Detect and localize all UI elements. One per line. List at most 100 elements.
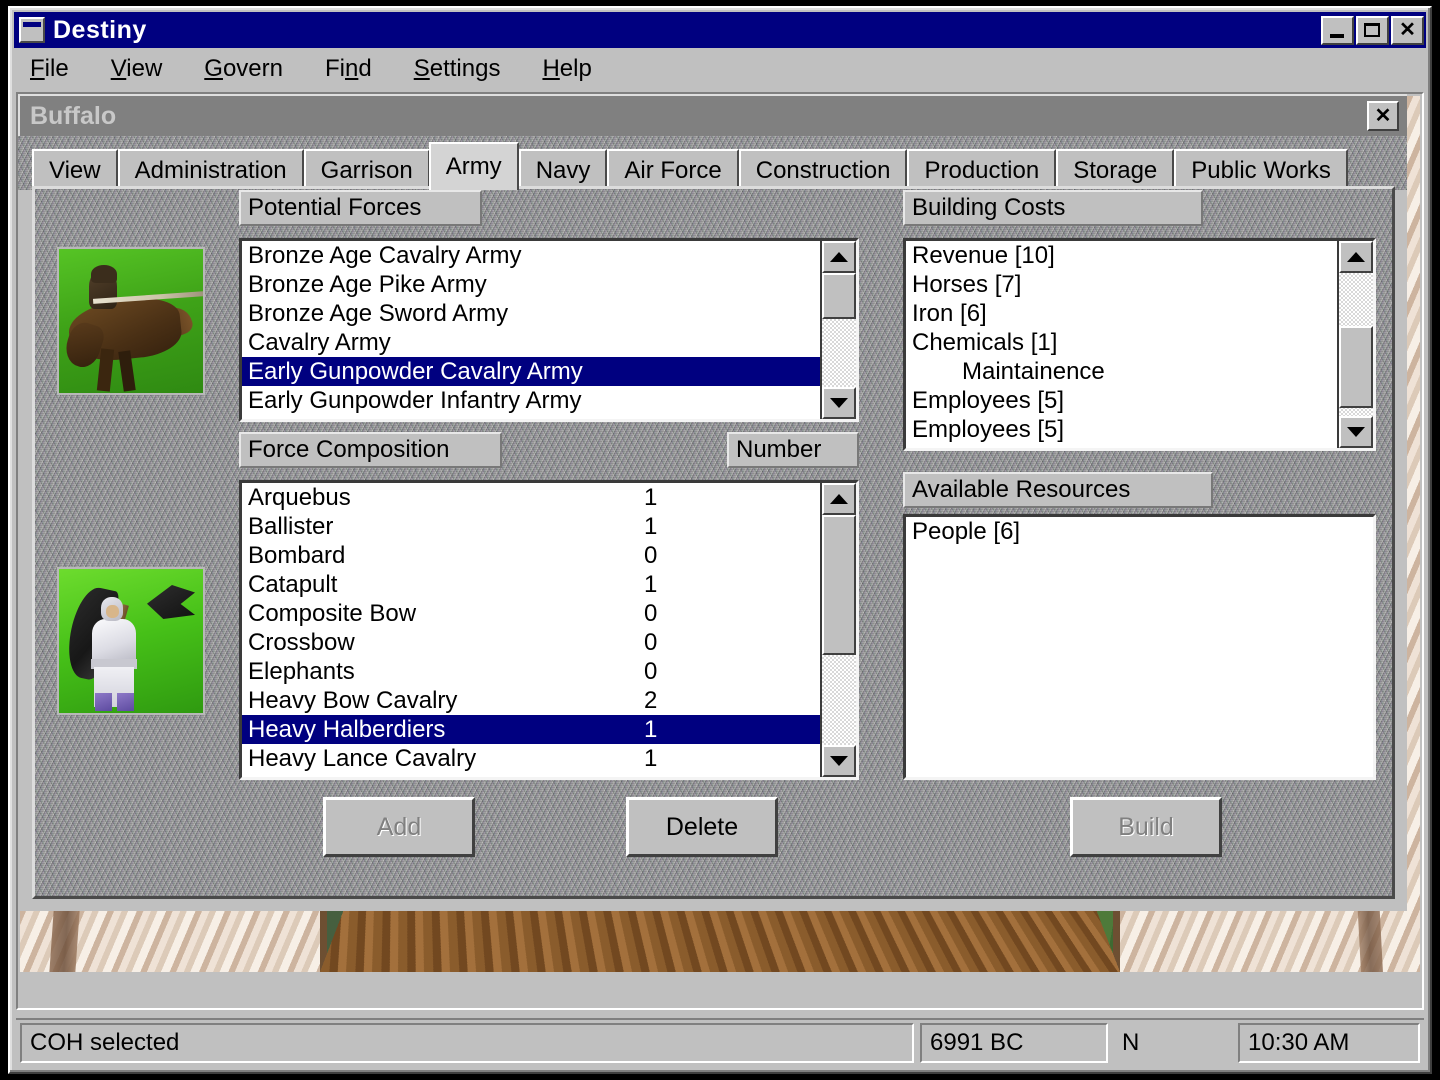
available-resources-label: Available Resources — [903, 472, 1213, 508]
mdi-client-area: Buffalo ✕ View Administration Garrison A… — [16, 92, 1424, 1010]
potential-forces-label: Potential Forces — [239, 190, 482, 226]
table-row-selected[interactable]: Heavy Halberdiers 1 — [242, 715, 820, 744]
building-costs-scrollbar[interactable] — [1337, 241, 1373, 448]
close-icon: ✕ — [1374, 105, 1392, 127]
scroll-down-button[interactable] — [1339, 416, 1373, 448]
table-row[interactable]: Heavy Bow Cavalry 2 — [242, 686, 820, 715]
halberd-blade-icon — [147, 585, 195, 619]
table-row[interactable]: Heavy Pike0 — [242, 773, 820, 777]
chevron-down-icon — [830, 398, 848, 408]
list-item[interactable]: Bronze Age Pike Army — [242, 270, 820, 299]
tab-navy[interactable]: Navy — [518, 149, 608, 190]
child-window-title: Buffalo — [30, 101, 117, 130]
cavalry-unit-thumbnail[interactable] — [57, 247, 205, 395]
potential-forces-listbox[interactable]: Bronze Age Cavalry Army Bronze Age Pike … — [239, 238, 859, 422]
menu-item-file[interactable]: File — [30, 57, 69, 81]
list-item[interactable]: Iron [6] — [906, 299, 1337, 328]
scroll-up-button[interactable] — [822, 483, 856, 515]
table-row[interactable]: Composite Bow 0 — [242, 599, 820, 628]
tab-view[interactable]: View — [32, 149, 118, 190]
application-icon[interactable] — [19, 17, 45, 43]
tab-construction[interactable]: Construction — [738, 149, 908, 190]
chevron-up-icon — [830, 252, 848, 262]
tab-production[interactable]: Production — [907, 149, 1057, 190]
list-item[interactable]: Chemicals [1] — [906, 328, 1337, 357]
table-row[interactable]: Heavy Lance Cavalry 1 — [242, 744, 820, 773]
list-item[interactable]: Bronze Age Sword Army — [242, 299, 820, 328]
tab-label: Construction — [755, 156, 891, 184]
close-icon: ✕ — [1399, 19, 1416, 41]
force-composition-label: Force Composition — [239, 432, 502, 468]
scrollbar-thumb[interactable] — [822, 515, 856, 655]
delete-button[interactable]: Delete — [626, 797, 778, 857]
list-item[interactable]: Employees [5] — [906, 386, 1337, 415]
halberdier-unit-thumbnail[interactable] — [57, 567, 205, 715]
window-titlebar: Destiny ✕ — [14, 12, 1426, 48]
table-row[interactable]: Catapult 1 — [242, 570, 820, 599]
army-tab-page: Potential Forces Bronze Age Cavalry Army… — [32, 186, 1395, 899]
list-item[interactable]: Horses [7] — [906, 270, 1337, 299]
building-costs-rows: Revenue [10] Horses [7] Iron [6] Chemica… — [906, 241, 1337, 448]
list-item[interactable]: Cavalry Army — [242, 328, 820, 357]
list-item-maintainence[interactable]: Maintainence — [906, 357, 1337, 386]
potential-forces-scrollbar[interactable] — [820, 241, 856, 419]
tab-label: Navy — [535, 156, 591, 184]
available-resources-rows: People [6] — [906, 517, 1373, 777]
build-button[interactable]: Build — [1070, 797, 1222, 857]
rider-helmet — [91, 265, 117, 283]
menu-item-view[interactable]: View — [111, 57, 163, 81]
list-item-selected[interactable]: Early Gunpowder Cavalry Army — [242, 357, 820, 386]
force-composition-listbox[interactable]: Arquebus 1 Ballister 1 Bombard 0 Catapult 1 … — [239, 480, 859, 780]
status-year: 6991 BC — [920, 1023, 1108, 1063]
tab-label: Army — [445, 153, 502, 180]
tab-army[interactable]: Army — [428, 142, 519, 190]
tab-administration[interactable]: Administration — [117, 149, 304, 190]
maximize-button[interactable] — [1356, 15, 1389, 45]
menu-item-govern[interactable]: Govern — [204, 57, 283, 81]
child-window-titlebar: Buffalo ✕ — [18, 94, 1407, 136]
list-item[interactable]: Revenue [10] — [906, 241, 1337, 270]
soldier-boot — [95, 693, 112, 711]
table-row[interactable]: Arquebus 1 — [242, 483, 820, 512]
scroll-down-button[interactable] — [822, 745, 856, 777]
scroll-down-button[interactable] — [822, 387, 856, 419]
scroll-up-button[interactable] — [822, 241, 856, 273]
scrollbar-thumb[interactable] — [1339, 326, 1373, 408]
table-row[interactable]: Crossbow 0 — [242, 628, 820, 657]
tab-strip: View Administration Garrison Army Navy A… — [18, 136, 1407, 190]
tab-label: Air Force — [624, 156, 722, 184]
menu-bar: File View Govern Find Settings Help — [14, 50, 1426, 88]
list-item[interactable]: Early Gunpowder Infantry Army — [242, 386, 820, 415]
menu-item-settings[interactable]: Settings — [414, 57, 501, 81]
force-composition-scrollbar[interactable] — [820, 483, 856, 777]
background-bottom-strip — [20, 972, 1420, 1006]
child-close-button[interactable]: ✕ — [1367, 101, 1399, 131]
building-costs-listbox[interactable]: Revenue [10] Horses [7] Iron [6] Chemica… — [903, 238, 1376, 451]
available-resources-listbox[interactable]: People [6] — [903, 514, 1376, 780]
table-row[interactable]: Bombard 0 — [242, 541, 820, 570]
list-item[interactable]: People [6] — [906, 517, 1373, 546]
menu-item-help[interactable]: Help — [542, 57, 591, 81]
status-bar: COH selected 6991 BC N 10:30 AM — [16, 1018, 1424, 1066]
list-item[interactable]: Bronze Age Cavalry Army — [242, 241, 820, 270]
tab-label: Public Works — [1191, 156, 1331, 184]
city-dialog-buffalo: Buffalo ✕ View Administration Garrison A… — [18, 94, 1407, 911]
close-button[interactable]: ✕ — [1391, 15, 1424, 45]
status-time: 10:30 AM — [1238, 1023, 1420, 1063]
menu-item-find[interactable]: Find — [325, 57, 372, 81]
soldier-face — [106, 605, 119, 618]
tab-storage[interactable]: Storage — [1056, 149, 1175, 190]
table-row[interactable]: Elephants 0 — [242, 657, 820, 686]
tab-garrison[interactable]: Garrison — [303, 149, 430, 190]
potential-forces-rows: Bronze Age Cavalry Army Bronze Age Pike … — [242, 241, 820, 419]
table-row[interactable]: Ballister 1 — [242, 512, 820, 541]
scroll-up-button[interactable] — [1339, 241, 1373, 273]
tab-public-works[interactable]: Public Works — [1174, 149, 1348, 190]
chevron-up-icon — [830, 494, 848, 504]
add-button[interactable]: Add — [323, 797, 475, 857]
tab-air-force[interactable]: Air Force — [607, 149, 739, 190]
minimize-button[interactable] — [1321, 15, 1354, 45]
scrollbar-thumb[interactable] — [822, 273, 856, 319]
chevron-up-icon — [1347, 252, 1365, 262]
list-item[interactable]: Employees [5] — [906, 415, 1337, 444]
